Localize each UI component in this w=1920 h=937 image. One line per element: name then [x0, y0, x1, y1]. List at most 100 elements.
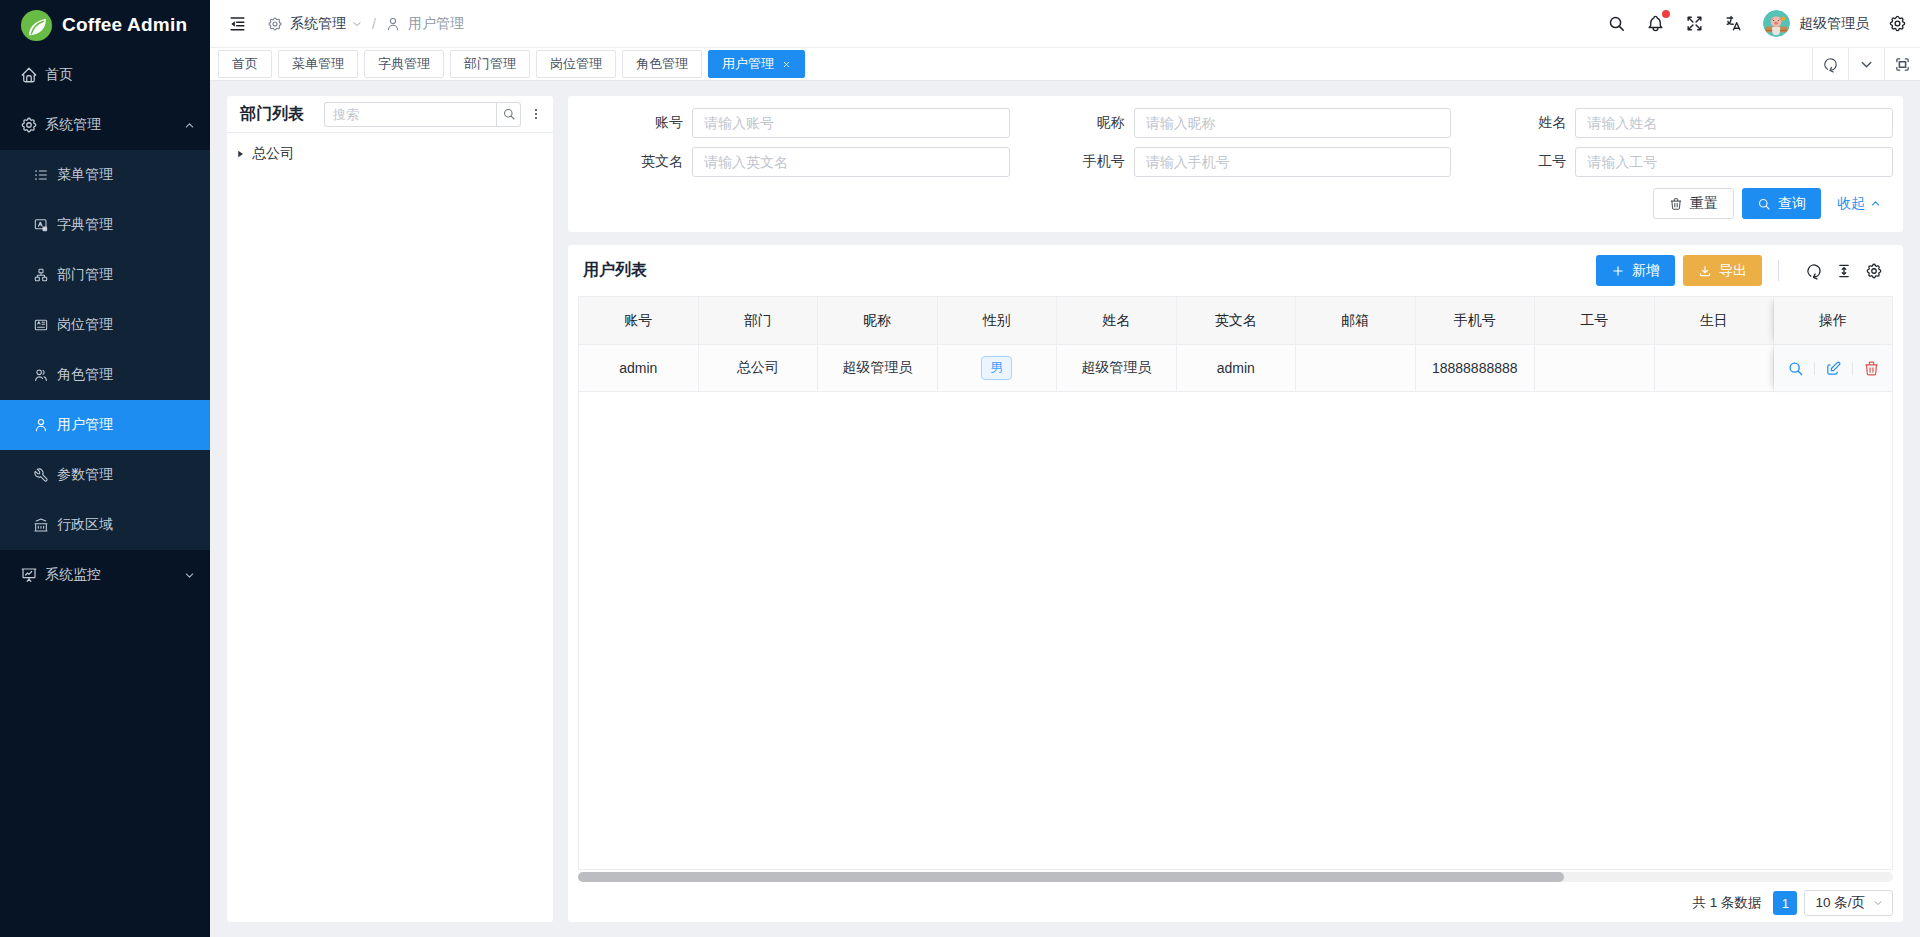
column-header-昵称: 昵称 — [818, 297, 938, 345]
breadcrumb-item-system[interactable]: 系统管理 — [267, 15, 363, 33]
table-header-row: 账号部门昵称性别姓名英文名邮箱手机号工号生日操作 — [579, 297, 1892, 345]
sidebar-item-系统管理[interactable]: 系统管理 — [0, 100, 210, 150]
collapse-filter-link[interactable]: 收起 — [1837, 195, 1882, 213]
chevron-up-icon — [1869, 197, 1882, 210]
filter-input-工号[interactable] — [1575, 147, 1893, 177]
view-row-icon[interactable] — [1787, 360, 1804, 377]
sidebar-item-用户管理[interactable]: 用户管理 — [0, 400, 210, 450]
tab-label: 岗位管理 — [550, 55, 602, 73]
edit-row-icon[interactable] — [1825, 360, 1842, 377]
toolbar-divider — [1778, 260, 1779, 281]
topbar-right: 超级管理员 — [1588, 10, 1908, 37]
tab-label: 字典管理 — [378, 55, 430, 73]
filter-input-姓名[interactable] — [1575, 108, 1893, 138]
column-header-邮箱: 邮箱 — [1296, 297, 1416, 345]
sidebar-item-label: 部门管理 — [57, 266, 196, 284]
column-header-工号: 工号 — [1535, 297, 1655, 345]
cell-手机号: 18888888888 — [1416, 345, 1536, 392]
trash-icon — [1669, 197, 1683, 211]
filter-field-工号: 工号 — [1451, 147, 1893, 177]
add-button[interactable]: 新增 — [1596, 255, 1675, 286]
tab-部门管理[interactable]: 部门管理 — [450, 50, 530, 78]
tab-菜单管理[interactable]: 菜单管理 — [278, 50, 358, 78]
sidebar-item-部门管理[interactable]: 部门管理 — [0, 250, 210, 300]
department-panel-header: 部门列表 — [227, 96, 553, 133]
language-icon[interactable] — [1722, 13, 1744, 35]
tab-角色管理[interactable]: 角色管理 — [622, 50, 702, 78]
tab-label: 首页 — [232, 55, 258, 73]
reset-button[interactable]: 重置 — [1653, 188, 1734, 219]
breadcrumb-item-user[interactable]: 用户管理 — [385, 15, 464, 33]
brand-name: Coffee Admin — [62, 14, 187, 36]
column-settings-icon[interactable] — [1865, 262, 1883, 280]
sidebar-item-菜单管理[interactable]: 菜单管理 — [0, 150, 210, 200]
pagination-page-1[interactable]: 1 — [1773, 891, 1797, 915]
tabs-menu-chevron-icon[interactable] — [1848, 48, 1884, 80]
scrollbar-thumb[interactable] — [578, 872, 1564, 882]
sidebar-item-岗位管理[interactable]: 岗位管理 — [0, 300, 210, 350]
menu-fold-icon[interactable] — [226, 13, 248, 35]
table-actions: 新增 导出 — [1596, 255, 1888, 286]
filter-field-账号: 账号 — [568, 108, 1010, 138]
wrench-icon — [33, 467, 49, 483]
filter-input-英文名[interactable] — [692, 147, 1010, 177]
search-icon — [1757, 197, 1771, 211]
search-icon[interactable] — [1605, 13, 1627, 35]
department-search-group — [324, 102, 521, 127]
tab-首页[interactable]: 首页 — [218, 50, 272, 78]
caret-right-icon[interactable] — [234, 148, 246, 160]
sidebar-item-首页[interactable]: 首页 — [0, 50, 210, 100]
tree-node-label: 总公司 — [252, 145, 294, 163]
maximize-content-icon[interactable] — [1884, 48, 1920, 80]
sidebar-item-label: 系统管理 — [45, 116, 183, 134]
filter-field-英文名: 英文名 — [568, 147, 1010, 177]
export-button[interactable]: 导出 — [1683, 255, 1762, 286]
tab-用户管理[interactable]: 用户管理 — [708, 50, 805, 78]
op-divider — [1852, 362, 1853, 375]
tab-字典管理[interactable]: 字典管理 — [364, 50, 444, 78]
reset-button-label: 重置 — [1690, 195, 1718, 213]
search-icon — [502, 107, 516, 121]
sidebar-item-角色管理[interactable]: 角色管理 — [0, 350, 210, 400]
pagination-total: 共 1 条数据 — [1692, 894, 1761, 912]
plus-icon — [1611, 264, 1625, 278]
table-row[interactable]: admin总公司超级管理员男超级管理员admin18888888888 — [579, 345, 1892, 392]
scrollbar-track[interactable] — [578, 872, 1893, 882]
sidebar-item-字典管理[interactable]: 字典管理 — [0, 200, 210, 250]
delete-row-icon[interactable] — [1863, 360, 1880, 377]
tab-label: 部门管理 — [464, 55, 516, 73]
tab-label: 用户管理 — [722, 55, 774, 73]
avatar[interactable] — [1763, 10, 1790, 37]
download-icon — [1698, 264, 1712, 278]
chevron-down-icon — [351, 18, 363, 30]
filter-input-昵称[interactable] — [1134, 108, 1452, 138]
filter-input-手机号[interactable] — [1134, 147, 1452, 177]
refresh-page-icon[interactable] — [1812, 48, 1848, 80]
refresh-table-icon[interactable] — [1805, 262, 1823, 280]
filter-input-账号[interactable] — [692, 108, 1010, 138]
notification-bell-icon[interactable] — [1644, 13, 1666, 35]
department-search-input[interactable] — [324, 102, 496, 127]
department-panel-title: 部门列表 — [240, 104, 304, 125]
search-button[interactable]: 查询 — [1742, 188, 1821, 219]
breadcrumb-separator: / — [372, 16, 376, 32]
tree-node-company[interactable]: 总公司 — [234, 140, 546, 168]
sidebar-item-系统监控[interactable]: 系统监控 — [0, 550, 210, 600]
current-user-name[interactable]: 超级管理员 — [1799, 15, 1869, 33]
user-table: 账号部门昵称性别姓名英文名邮箱手机号工号生日操作 admin总公司超级管理员男超… — [578, 296, 1893, 870]
department-search-button[interactable] — [496, 102, 521, 127]
sidebar-item-参数管理[interactable]: 参数管理 — [0, 450, 210, 500]
department-more-icon[interactable] — [529, 105, 543, 123]
filter-actions: 重置 查询 收起 — [1653, 188, 1882, 219]
sidebar-item-行政区域[interactable]: 行政区域 — [0, 500, 210, 550]
tab-岗位管理[interactable]: 岗位管理 — [536, 50, 616, 78]
settings-gear-icon[interactable] — [1886, 13, 1908, 35]
column-header-生日: 生日 — [1655, 297, 1775, 345]
app: Coffee Admin 首页系统管理菜单管理字典管理部门管理岗位管理角色管理用… — [0, 0, 1920, 937]
page-size-select[interactable]: 10 条/页 — [1804, 890, 1893, 916]
sidebar: Coffee Admin 首页系统管理菜单管理字典管理部门管理岗位管理角色管理用… — [0, 0, 210, 937]
fullscreen-icon[interactable] — [1683, 13, 1705, 35]
row-density-icon[interactable] — [1835, 262, 1853, 280]
topbar-left: 系统管理 / 用户管理 — [226, 13, 464, 35]
breadcrumb-parent-label: 系统管理 — [290, 15, 346, 33]
